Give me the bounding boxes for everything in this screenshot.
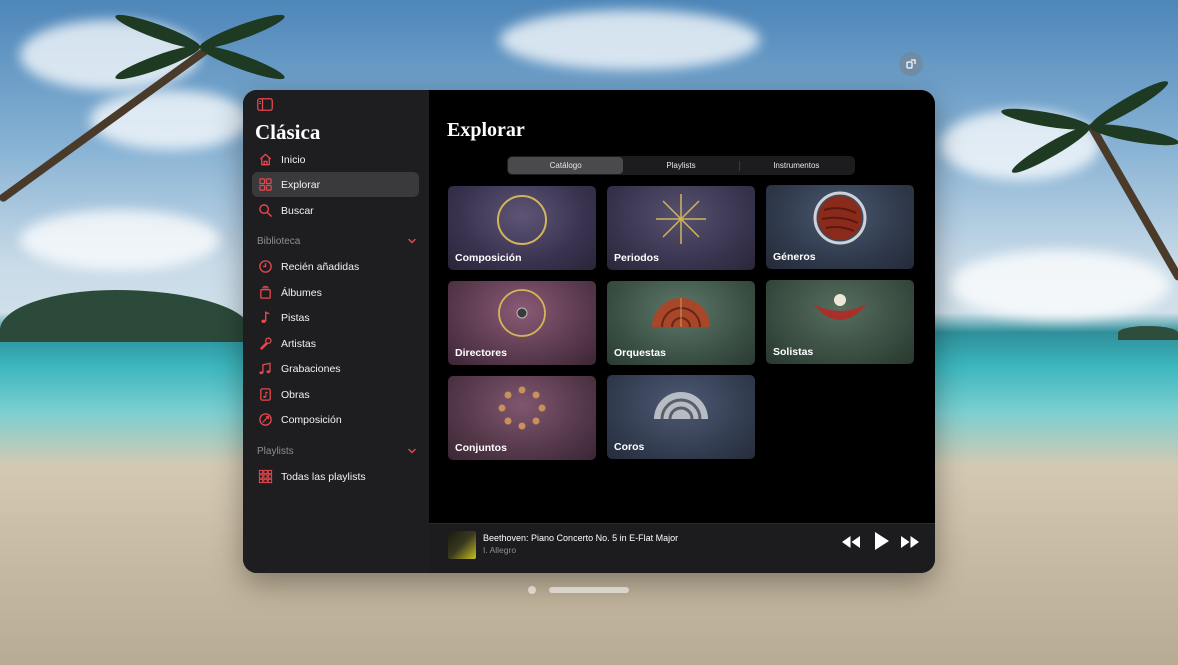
tile-directores[interactable]: Directores: [448, 281, 596, 365]
sidebar-item-label: Álbumes: [281, 286, 322, 299]
fast-forward-icon[interactable]: [899, 532, 921, 552]
sidebar-item-obras[interactable]: Obras: [252, 382, 419, 407]
section-header-playlists[interactable]: Playlists: [257, 443, 417, 459]
tile-orquestas[interactable]: Orquestas: [607, 281, 755, 365]
tile-generos[interactable]: Géneros: [766, 185, 914, 269]
sidebar-item-label: Recién añadidas: [281, 260, 360, 273]
sidebar-item-label: Todas las playlists: [281, 470, 366, 483]
sidebar-item-composicion[interactable]: Composición: [252, 407, 419, 432]
album-stack-icon: [260, 285, 271, 299]
rewind-icon[interactable]: [840, 532, 862, 552]
sidebar-item-label: Inicio: [281, 153, 306, 166]
tile-label: Géneros: [773, 251, 816, 263]
quill-icon: [259, 413, 272, 426]
sidebar: Clásica Inicio Explorar Buscar Bibliotec…: [243, 90, 429, 573]
home-icon: [259, 153, 272, 166]
resize-icon: [906, 59, 916, 69]
app-title: Clásica: [255, 120, 321, 144]
window-close-button[interactable]: [528, 586, 536, 594]
grid-icon: [259, 178, 272, 191]
segmented-control: Catálogo Playlists Instrumentos: [507, 156, 855, 175]
resize-window-button[interactable]: [899, 52, 923, 76]
sidebar-item-albumes[interactable]: Álbumes: [252, 280, 419, 305]
tile-label: Periodos: [614, 252, 659, 264]
segment-catalogo[interactable]: Catálogo: [508, 157, 624, 174]
tile-label: Coros: [614, 441, 645, 453]
tile-label: Orquestas: [614, 347, 666, 359]
tile-coros[interactable]: Coros: [607, 375, 755, 459]
sidebar-icon: [257, 98, 273, 111]
tile-label: Conjuntos: [455, 442, 507, 454]
sidebar-item-label: Artistas: [281, 337, 317, 350]
sidebar-item-label: Buscar: [281, 204, 314, 217]
music-notes-icon: [259, 362, 271, 375]
segment-instrumentos[interactable]: Instrumentos: [738, 157, 854, 174]
sidebar-item-explorar[interactable]: Explorar: [252, 172, 419, 197]
sidebar-item-buscar[interactable]: Buscar: [252, 198, 419, 223]
now-playing-bar[interactable]: Beethoven: Piano Concerto No. 5 in E-Fla…: [429, 523, 935, 573]
microphone-icon: [259, 337, 272, 351]
sidebar-item-label: Composición: [281, 413, 342, 426]
tile-conjuntos[interactable]: Conjuntos: [448, 376, 596, 460]
sidebar-item-recien-anadidas[interactable]: Recién añadidas: [252, 254, 419, 279]
track-subtitle: I. Allegro: [483, 545, 517, 555]
sidebar-item-label: Pistas: [281, 311, 310, 324]
tile-label: Directores: [455, 347, 507, 359]
window-grab-bar[interactable]: [549, 587, 629, 593]
sidebar-item-artistas[interactable]: Artistas: [252, 331, 419, 356]
sheet-music-icon: [260, 388, 271, 401]
track-title: Beethoven: Piano Concerto No. 5 in E-Fla…: [483, 533, 679, 543]
chevron-down-icon: [408, 448, 416, 454]
main-content: Explorar Catálogo Playlists Instrumentos…: [429, 90, 935, 523]
tile-composicion[interactable]: Composición: [448, 186, 596, 270]
tile-label: Composición: [455, 252, 522, 264]
search-icon: [259, 204, 272, 217]
sidebar-item-grabaciones[interactable]: Grabaciones: [252, 356, 419, 381]
sidebar-item-inicio[interactable]: Inicio: [252, 147, 419, 172]
playlists-grid-icon: [258, 469, 273, 484]
page-title: Explorar: [447, 119, 525, 141]
segment-playlists[interactable]: Playlists: [623, 157, 738, 174]
section-title: Biblioteca: [257, 235, 301, 247]
sidebar-toggle-button[interactable]: [257, 98, 275, 112]
app-window: Clásica Inicio Explorar Buscar Bibliotec…: [243, 90, 935, 573]
section-header-biblioteca[interactable]: Biblioteca: [257, 233, 417, 249]
play-icon[interactable]: [873, 530, 891, 552]
chevron-down-icon: [408, 238, 416, 244]
tile-solistas[interactable]: Solistas: [766, 280, 914, 364]
music-note-icon: [261, 311, 270, 323]
section-title: Playlists: [257, 445, 294, 457]
clock-icon: [259, 260, 272, 273]
tile-periodos[interactable]: Periodos: [607, 186, 755, 270]
sidebar-item-label: Obras: [281, 388, 310, 401]
album-art[interactable]: [448, 531, 476, 559]
sidebar-item-label: Explorar: [281, 178, 321, 191]
tile-label: Solistas: [773, 346, 814, 358]
sidebar-item-label: Grabaciones: [281, 362, 341, 375]
sidebar-item-pistas[interactable]: Pistas: [252, 305, 419, 330]
sidebar-item-todas-las-playlists[interactable]: Todas las playlists: [252, 464, 419, 489]
